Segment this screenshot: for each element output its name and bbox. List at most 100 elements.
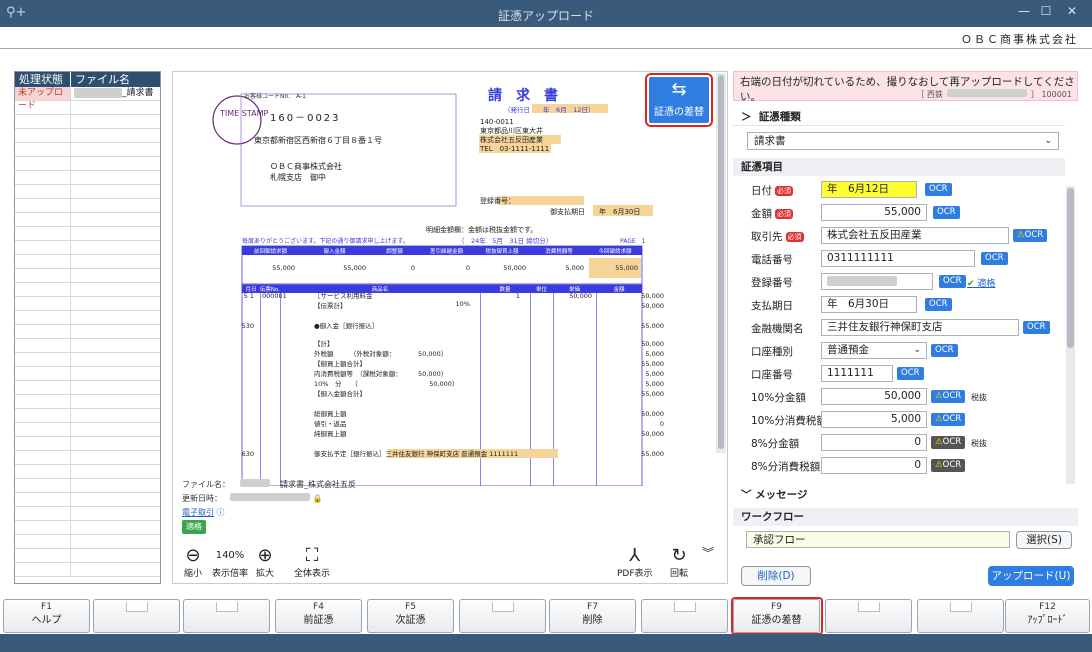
ocr-warning-button[interactable]: ⚠OCR — [931, 390, 966, 403]
ocr-disabled-button[interactable]: ⚠OCR — [931, 459, 966, 472]
rotate-button[interactable]: ↻ 回転 — [670, 546, 689, 580]
ocr-button[interactable]: OCR — [925, 298, 952, 311]
field-input[interactable]: 55,000 — [821, 204, 927, 221]
field-input[interactable]: 5,000 — [821, 411, 927, 428]
ocr-button[interactable]: OCR — [897, 367, 924, 380]
customer-code: お客様コードNo. A-1 — [244, 92, 306, 100]
empty-row — [15, 283, 160, 297]
field-input[interactable] — [821, 273, 933, 290]
empty-row — [15, 395, 160, 409]
voucher-type-section[interactable]: ＞ 証憑種類 — [733, 108, 1065, 126]
fkey-f1[interactable]: F1 ヘルプ — [3, 599, 90, 633]
delete-button[interactable]: 削除(D) — [741, 566, 811, 586]
fkey-f5[interactable]: F5 次証憑 — [367, 599, 454, 633]
fkey-f12[interactable]: F12 ｱｯﾌﾟﾛｰﾄﾞ — [1005, 599, 1090, 633]
field-input[interactable]: 年 6月30日 — [821, 296, 917, 313]
fit-page-button[interactable]: ⛶ 全体表示 — [294, 546, 330, 580]
field-input[interactable]: 0 — [821, 434, 927, 451]
fkey-empty[interactable] — [183, 599, 270, 633]
fkey-f7[interactable]: F7 削除 — [549, 599, 636, 633]
ocr-button[interactable]: OCR — [939, 275, 966, 288]
line-amount: 55,000 — [641, 322, 664, 330]
column-status[interactable]: 処理状態 — [15, 72, 71, 87]
summary-table: 前回御請求額 55,000 御入金額 55,000 調整額 0 差引繰越金額 0 税抜御買上額 5… — [241, 245, 643, 285]
field-label: 口座番号 — [751, 369, 793, 381]
field-input[interactable]: 1111111 — [821, 365, 893, 382]
filename-text: _請求書 — [122, 88, 154, 98]
empty-row — [15, 521, 160, 535]
alert-sub: ［ 西鉄 ］ 100001 — [916, 89, 1072, 100]
empty-row — [15, 493, 160, 507]
field-label: 10%分消費税額 — [751, 415, 827, 427]
line-amount: 0 — [660, 420, 664, 428]
zoom-out-button[interactable]: ⊖ 縮小 — [184, 546, 202, 580]
ocr-disabled-button[interactable]: ⚠OCR — [931, 436, 966, 449]
message-section[interactable]: ﹀ メッセージ — [733, 486, 1065, 504]
empty-row — [15, 129, 160, 143]
ocr-warning-button[interactable]: ⚠OCR — [1013, 229, 1048, 242]
ocr-button[interactable]: OCR — [1023, 321, 1050, 334]
chevron-down-icon: ⌄ — [1044, 136, 1052, 146]
zoom-label: 表示倍率 — [212, 569, 249, 579]
file-list: 処理状態 ファイル名 未アップロード _請求書 — [14, 71, 161, 584]
ocr-button[interactable]: OCR — [931, 344, 958, 357]
pdf-view-button[interactable]: ⅄ PDF表示 — [617, 545, 653, 580]
ocr-button[interactable]: OCR — [933, 206, 960, 219]
line-amount: 55,000 — [641, 390, 664, 398]
info-icon[interactable]: ⓘ — [217, 508, 225, 517]
swap-voucher-button[interactable]: ⇆ 証憑の差替 — [645, 73, 713, 127]
zoom-in-button[interactable]: ⊕ 拡大 — [256, 546, 274, 580]
field-input[interactable]: 50,000 — [821, 388, 927, 405]
line-amount: 55,000 — [641, 360, 664, 368]
scrollbar-thumb[interactable] — [1067, 188, 1074, 348]
close-button[interactable]: ✕ — [1058, 4, 1086, 22]
thanks-text: 毎度ありがとうございます。下記の通り御請求申し上げます。 — [242, 237, 409, 245]
empty-row — [15, 311, 160, 325]
field-label: 金額 必須 — [751, 208, 793, 220]
fkey-empty[interactable] — [825, 599, 912, 633]
ocr-warning-button[interactable]: ⚠OCR — [931, 413, 966, 426]
field-row: 金融機関名 三井住友銀行神保町支店 OCR — [733, 318, 1065, 338]
empty-row — [15, 143, 160, 157]
line-amount: 50,000 — [641, 340, 664, 348]
rotate-label: 回転 — [670, 569, 689, 579]
upload-button[interactable]: アップロード(U) — [988, 566, 1074, 586]
summary-value: 5,000 — [565, 264, 584, 272]
fkey-f4[interactable]: F4 前証憑 — [275, 599, 362, 633]
e-transaction-link[interactable]: 電子取引 — [182, 508, 214, 517]
qualified-badge: 適格 — [182, 520, 206, 534]
select-button[interactable]: 選択(S) — [1016, 531, 1072, 549]
field-input[interactable]: 普通預金 ⌄ — [821, 342, 927, 359]
field-input[interactable]: 0 — [821, 457, 927, 474]
field-input[interactable]: 0311111111 — [821, 250, 975, 267]
maximize-button[interactable]: ☐ — [1032, 4, 1060, 22]
ocr-button[interactable]: OCR — [925, 183, 952, 196]
summary-header: 税抜御買上額 — [485, 247, 519, 255]
viewer-scrollbar[interactable] — [716, 73, 726, 453]
scrollbar-thumb[interactable] — [718, 75, 724, 449]
summary-value: 0 — [411, 264, 415, 272]
file-list-row[interactable]: 未アップロード _請求書 — [15, 87, 160, 111]
line-amount: 50,000 — [641, 410, 664, 418]
ocr-button[interactable]: OCR — [981, 252, 1008, 265]
fkey-empty[interactable] — [459, 599, 546, 633]
voucher-type-value: 請求書 — [754, 135, 786, 147]
voucher-type-select[interactable]: 請求書 ⌄ — [747, 132, 1059, 150]
fkey-empty[interactable] — [93, 599, 180, 633]
expand-toolbar-icon[interactable]: ︾ — [702, 544, 714, 561]
field-input[interactable]: 三井住友銀行神保町支店 — [821, 319, 1019, 336]
qualified-link[interactable]: ✔ 適格 — [967, 276, 995, 289]
empty-row — [15, 437, 160, 451]
fkey-empty[interactable] — [641, 599, 728, 633]
field-input[interactable]: 株式会社五反田産業 — [821, 227, 1009, 244]
pdf-icon: ⅄ — [629, 545, 641, 566]
fields-scrollbar[interactable] — [1066, 186, 1075, 484]
fkey-empty[interactable] — [917, 599, 1004, 633]
column-line — [260, 293, 261, 486]
customer-address: 東京都新宿区西新宿６丁目８番１号 — [254, 135, 382, 145]
field-input[interactable]: 年 6月12日 — [821, 181, 917, 198]
customer-branch: 札幌支店 御中 — [270, 172, 326, 182]
empty-row — [15, 185, 160, 199]
column-filename[interactable]: ファイル名 — [71, 72, 130, 87]
field-row: 電話番号 0311111111 OCR — [733, 249, 1065, 269]
